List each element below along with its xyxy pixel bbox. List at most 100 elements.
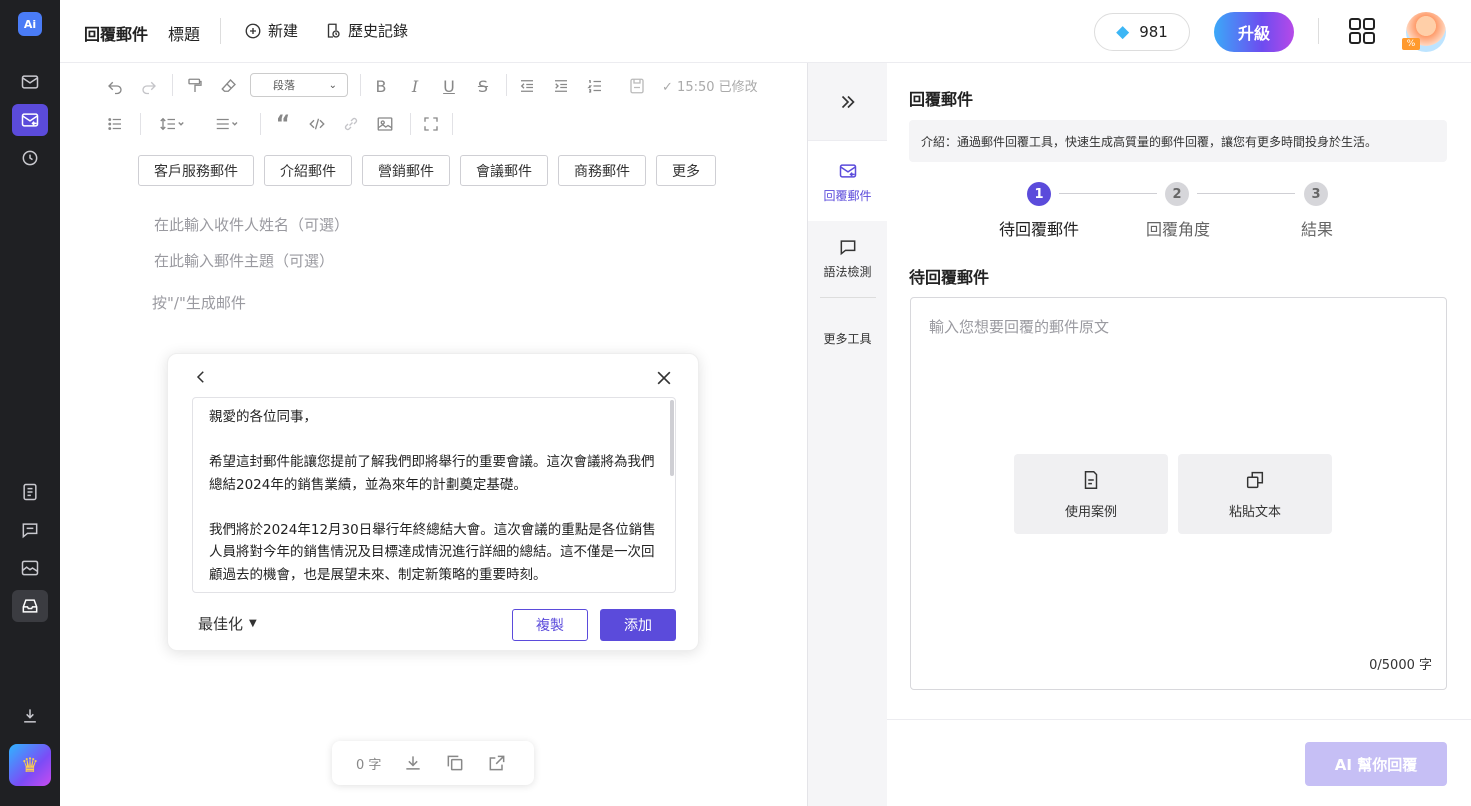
tool-column: 回覆郵件 語法檢測 更多工具 [807, 63, 887, 806]
saved-status-text: 15:50 已修改 [677, 80, 758, 95]
back-icon[interactable] [192, 368, 210, 386]
chevron-down-icon: ⌄ [328, 79, 337, 91]
top-bar: 回覆郵件 標題 新建 歷史記錄 ◆ 981 升級 % [60, 0, 1471, 63]
template-business[interactable]: 商務郵件 [558, 155, 646, 186]
quote-icon[interactable]: “ [272, 112, 294, 137]
template-introduction[interactable]: 介紹郵件 [264, 155, 352, 186]
separator [360, 74, 361, 96]
mail-icon[interactable] [12, 66, 48, 98]
step-connector [1059, 193, 1157, 194]
image-icon[interactable] [12, 552, 48, 584]
chat-icon[interactable] [12, 514, 48, 546]
code-icon[interactable] [306, 113, 328, 135]
word-count: 0 字 [356, 757, 382, 773]
email-paragraph: 希望這封郵件能讓您提前了解我們即將舉行的重要會議。這次會議將為我們總結2024年… [209, 454, 655, 493]
template-marketing[interactable]: 營銷郵件 [362, 155, 450, 186]
download-icon[interactable] [12, 700, 48, 732]
credits-badge[interactable]: ◆ 981 [1094, 13, 1190, 51]
redo-icon[interactable] [138, 75, 160, 97]
editor-area: 段落 ⌄ B I U S ✓ 15:50 已修改 “ 客戶服務郵件 介紹郵件 營… [60, 63, 807, 806]
discount-badge: % [1402, 38, 1420, 50]
template-more[interactable]: 更多 [656, 155, 716, 186]
apps-grid-icon[interactable] [1348, 17, 1376, 45]
line-height-icon[interactable] [154, 113, 190, 135]
fullscreen-icon[interactable] [420, 113, 442, 135]
separator [140, 113, 141, 135]
document-icon[interactable] [12, 476, 48, 508]
generated-email-popup: 親愛的各位同事， 希望這封郵件能讓您提前了解我們即將舉行的重要會議。這次會議將為… [167, 353, 699, 651]
undo-icon[interactable] [104, 75, 126, 97]
eraser-icon[interactable] [218, 75, 240, 97]
underline-icon[interactable]: U [438, 75, 460, 97]
strikethrough-icon[interactable]: S [472, 75, 494, 97]
document-icon [1084, 470, 1098, 489]
tool-reply-label: 回覆郵件 [823, 189, 872, 203]
recipient-input[interactable]: 在此輸入收件人姓名（可選） [154, 214, 349, 235]
divider [887, 719, 1471, 720]
copy-icon[interactable] [445, 753, 465, 773]
tool-reply-mail[interactable]: 回覆郵件 [808, 141, 887, 221]
save-icon[interactable] [626, 75, 648, 97]
indent-icon[interactable] [550, 75, 572, 97]
paragraph-select-value: 段落 [273, 79, 295, 92]
section-title: 待回覆郵件 [909, 268, 990, 287]
outdent-icon[interactable] [516, 75, 538, 97]
original-email-input[interactable]: 輸入您想要回覆的郵件原文 使用案例 粘貼文本 0/5000 字 [910, 297, 1447, 690]
step-1-indicator: 1 [1027, 182, 1051, 206]
use-example-button[interactable]: 使用案例 [1014, 454, 1168, 534]
ai-reply-button[interactable]: AI 幫你回覆 [1305, 742, 1447, 786]
new-button[interactable]: 新建 [244, 20, 298, 41]
app-root: Ai ♛ 回覆郵件 標題 新建 歷史記錄 ◆ 981 升級 % 段落 ⌄ B I… [0, 0, 1471, 806]
subject-tab[interactable]: 標題 [168, 21, 200, 45]
avatar[interactable]: % [1402, 12, 1446, 52]
link-icon[interactable] [340, 113, 362, 135]
optimize-dropdown[interactable]: 最佳化 ▼ [198, 613, 257, 634]
saved-status: ✓ 15:50 已修改 [662, 76, 758, 95]
history-button[interactable]: 歷史記錄 [324, 20, 408, 41]
export-icon[interactable] [487, 753, 507, 773]
collapse-button[interactable] [808, 63, 887, 141]
check-icon: ✓ [662, 80, 673, 95]
generated-email-text[interactable]: 親愛的各位同事， 希望這封郵件能讓您提前了解我們即將舉行的重要會議。這次會議將為… [192, 397, 676, 593]
paragraph-select[interactable]: 段落 ⌄ [250, 73, 348, 97]
close-icon[interactable] [654, 368, 674, 388]
app-logo[interactable]: Ai [18, 12, 42, 36]
paste-icon [1246, 471, 1264, 488]
bullet-list-icon[interactable] [104, 113, 126, 135]
separator [410, 113, 411, 135]
align-icon[interactable] [210, 113, 246, 135]
insert-image-icon[interactable] [374, 113, 396, 135]
optimize-label: 最佳化 [198, 615, 244, 633]
history-icon[interactable] [12, 142, 48, 174]
original-email-placeholder: 輸入您想要回覆的郵件原文 [929, 318, 1110, 336]
template-customer-service[interactable]: 客戶服務郵件 [138, 155, 254, 186]
email-paragraph: 親愛的各位同事， [209, 409, 317, 425]
numbered-list-icon[interactable] [584, 75, 606, 97]
char-count: 0/5000 字 [1369, 658, 1432, 673]
tool-more[interactable]: 更多工具 [808, 330, 887, 347]
upgrade-button[interactable]: 升級 [1214, 12, 1294, 52]
double-chevron-right-icon [841, 95, 855, 108]
subject-input[interactable]: 在此輸入郵件主題（可選） [154, 250, 334, 271]
paste-text-button[interactable]: 粘貼文本 [1178, 454, 1332, 534]
reply-panel: 回覆郵件 介紹：通過郵件回覆工具，快速生成高質量的郵件回覆，讓您有更多時間投身於… [887, 63, 1471, 806]
step-1-label: 待回覆郵件 [998, 220, 1079, 239]
step-connector [1197, 193, 1295, 194]
crown-icon[interactable]: ♛ [9, 744, 51, 786]
divider [220, 18, 221, 44]
download-icon[interactable] [403, 753, 423, 773]
inbox-icon[interactable] [12, 590, 48, 622]
separator [172, 74, 173, 96]
add-button[interactable]: 添加 [600, 609, 676, 641]
tool-grammar-check[interactable]: 語法檢測 [808, 237, 887, 280]
paste-text-label: 粘貼文本 [1228, 504, 1281, 520]
italic-icon[interactable]: I [404, 75, 426, 97]
copy-button[interactable]: 複製 [512, 609, 588, 641]
bold-icon[interactable]: B [370, 75, 392, 97]
template-meeting[interactable]: 會議郵件 [460, 155, 548, 186]
format-painter-icon[interactable] [184, 75, 206, 97]
prompt-hint[interactable]: 按"/"生成邮件 [152, 292, 246, 313]
scrollbar[interactable] [670, 400, 674, 476]
reply-mail-icon[interactable] [12, 104, 48, 136]
history-label: 歷史記錄 [348, 22, 409, 40]
